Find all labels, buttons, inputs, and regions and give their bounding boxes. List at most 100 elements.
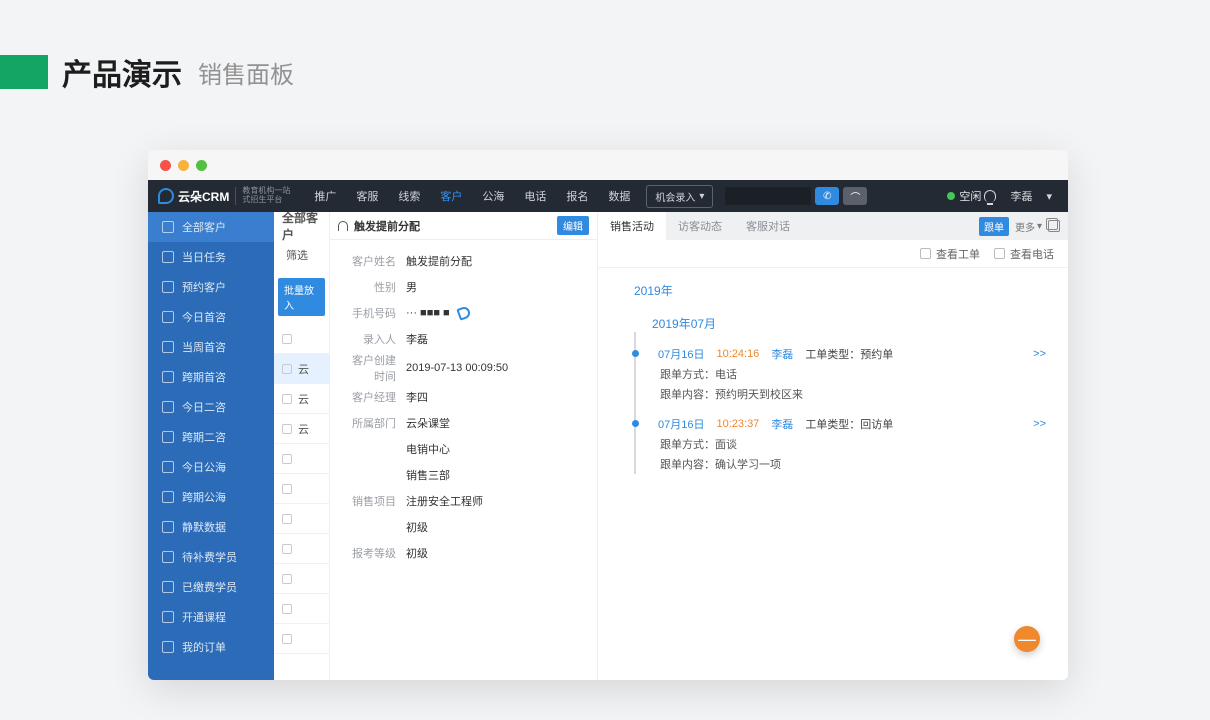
- list-item[interactable]: [274, 474, 329, 504]
- detail-field: 客户经理李四: [342, 384, 585, 410]
- minimize-icon[interactable]: [178, 160, 189, 171]
- sidebar-item[interactable]: 跨期二咨: [148, 422, 274, 452]
- sidebar-item[interactable]: 静默数据: [148, 512, 274, 542]
- sidebar-item-label: 跨期公海: [182, 489, 226, 505]
- checkbox-icon[interactable]: [282, 334, 292, 344]
- list-item[interactable]: 云: [274, 414, 329, 444]
- field-value: 销售三部: [406, 467, 450, 483]
- tab-客服对话[interactable]: 客服对话: [734, 212, 802, 240]
- field-label: 报考等级: [342, 545, 406, 561]
- customer-detail-panel: 触发提前分配 编辑 客户姓名触发提前分配性别男手机号码··· ■■■ ■录入人李…: [330, 212, 598, 680]
- detail-field: 销售三部: [342, 462, 585, 488]
- sidebar-item[interactable]: 今日首咨: [148, 302, 274, 332]
- filter-ticket[interactable]: 查看工单: [920, 246, 980, 262]
- checkbox-icon[interactable]: [282, 604, 292, 614]
- accent-bar: [0, 55, 48, 89]
- sidebar-item[interactable]: 今日二咨: [148, 392, 274, 422]
- checkbox-icon[interactable]: [282, 634, 292, 644]
- sidebar-item[interactable]: 预约客户: [148, 272, 274, 302]
- tab-访客动态[interactable]: 访客动态: [666, 212, 734, 240]
- nav-item-客服[interactable]: 客服: [346, 180, 388, 212]
- checkbox-icon[interactable]: [282, 574, 292, 584]
- sidebar-item[interactable]: 跨期首咨: [148, 362, 274, 392]
- sidebar-item[interactable]: 跨期公海: [148, 482, 274, 512]
- phone-call-button[interactable]: ✆: [815, 187, 839, 205]
- nav-item-公海[interactable]: 公海: [472, 180, 514, 212]
- tab-销售活动[interactable]: 销售活动: [598, 212, 666, 240]
- sidebar-icon: [162, 281, 174, 293]
- sidebar-item-label: 今日二咨: [182, 399, 226, 415]
- maximize-icon[interactable]: [196, 160, 207, 171]
- nav-item-报名[interactable]: 报名: [556, 180, 598, 212]
- entry-expand[interactable]: >>: [1033, 418, 1050, 430]
- checkbox-icon[interactable]: [282, 424, 292, 434]
- sidebar-item[interactable]: 全部客户: [148, 212, 274, 242]
- sidebar-icon: [162, 221, 174, 233]
- opportunity-button[interactable]: 机会录入 ▾: [646, 185, 713, 208]
- search-input[interactable]: [725, 187, 811, 205]
- checkbox-icon[interactable]: [282, 454, 292, 464]
- opportunity-label: 机会录入: [655, 189, 695, 204]
- nav-item-推广[interactable]: 推广: [304, 180, 346, 212]
- sidebar-item[interactable]: 已缴费学员: [148, 572, 274, 602]
- detail-field: 客户姓名触发提前分配: [342, 248, 585, 274]
- sidebar-item[interactable]: 今日公海: [148, 452, 274, 482]
- nav-item-电话[interactable]: 电话: [514, 180, 556, 212]
- sidebar-item[interactable]: 当周首咨: [148, 332, 274, 362]
- list-item[interactable]: [274, 504, 329, 534]
- sidebar-icon: [162, 461, 174, 473]
- list-item[interactable]: [274, 624, 329, 654]
- checkbox-icon[interactable]: [282, 364, 292, 374]
- sidebar-icon: [162, 401, 174, 413]
- follow-button[interactable]: 跟单: [979, 217, 1009, 236]
- sidebar-icon: [162, 611, 174, 623]
- brand-logo[interactable]: 云朵CRM 教育机构一站式招生平台: [148, 187, 296, 205]
- list-item[interactable]: [274, 444, 329, 474]
- bell-icon[interactable]: [984, 190, 996, 202]
- list-item[interactable]: [274, 594, 329, 624]
- entry-expand[interactable]: >>: [1033, 348, 1050, 360]
- list-item[interactable]: [274, 564, 329, 594]
- field-label: 性别: [342, 279, 406, 295]
- checkbox-icon: [920, 248, 931, 259]
- fab-button[interactable]: —: [1014, 626, 1040, 652]
- detail-field: 初级: [342, 514, 585, 540]
- sidebar-item[interactable]: 我的订单: [148, 632, 274, 662]
- list-item[interactable]: 云: [274, 384, 329, 414]
- field-value: ··· ■■■ ■: [406, 307, 470, 319]
- detail-field: 所属部门云朵课堂: [342, 410, 585, 436]
- close-icon[interactable]: [160, 160, 171, 171]
- nav-item-数据[interactable]: 数据: [598, 180, 640, 212]
- filter-call[interactable]: 查看电话: [994, 246, 1054, 262]
- checkbox-icon[interactable]: [282, 544, 292, 554]
- hangup-button[interactable]: ⌒: [843, 187, 867, 205]
- entry-type: 工单类型：预约单: [805, 346, 893, 362]
- checkbox-icon[interactable]: [282, 514, 292, 524]
- list-item[interactable]: [274, 324, 329, 354]
- sidebar-item[interactable]: 当日任务: [148, 242, 274, 272]
- entry-content: 跟单内容：确认学习一项: [658, 456, 1050, 472]
- entry-content: 跟单内容：预约明天到校区来: [658, 386, 1050, 402]
- nav-item-客户[interactable]: 客户: [430, 180, 472, 212]
- more-button[interactable]: 更多▾: [1015, 219, 1042, 234]
- batch-button[interactable]: 批量放入: [278, 278, 325, 316]
- chevron-down-icon[interactable]: ▾: [1046, 190, 1052, 203]
- edit-button[interactable]: 编辑: [557, 216, 589, 235]
- filter-label[interactable]: 筛选: [274, 240, 329, 270]
- field-value: 李磊: [406, 331, 428, 347]
- sidebar-item[interactable]: 开通课程: [148, 602, 274, 632]
- phone-icon[interactable]: [456, 305, 471, 320]
- copy-icon[interactable]: [1048, 220, 1060, 232]
- sidebar-item-label: 待补费学员: [182, 549, 237, 565]
- list-item[interactable]: 云: [274, 354, 329, 384]
- timeline-month: 2019年07月: [652, 315, 1050, 332]
- detail-field: 销售项目注册安全工程师: [342, 488, 585, 514]
- sidebar-item[interactable]: 待补费学员: [148, 542, 274, 572]
- nav-item-线索[interactable]: 线索: [388, 180, 430, 212]
- sidebar-icon: [162, 521, 174, 533]
- current-user[interactable]: 李磊: [1010, 188, 1032, 204]
- checkbox-icon[interactable]: [282, 484, 292, 494]
- checkbox-icon[interactable]: [282, 394, 292, 404]
- list-item[interactable]: [274, 534, 329, 564]
- top-navbar: 云朵CRM 教育机构一站式招生平台 推广客服线索客户公海电话报名数据 机会录入 …: [148, 180, 1068, 212]
